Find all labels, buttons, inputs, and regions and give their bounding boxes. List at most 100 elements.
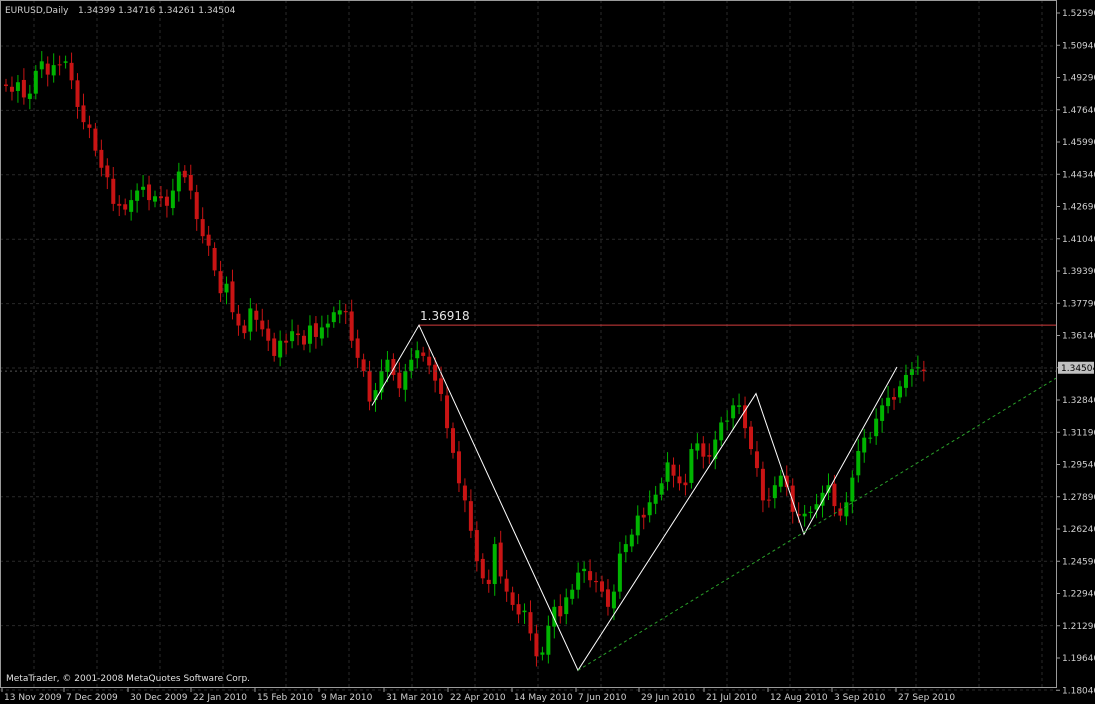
y-tick-label: 1.39390: [1062, 267, 1095, 277]
chart-grid: [0, 0, 1056, 691]
candle-body: [39, 61, 44, 70]
candlesticks: [4, 51, 926, 667]
candle-body: [81, 105, 86, 123]
candle-body: [69, 62, 74, 81]
candle-body: [492, 544, 497, 585]
candle-body: [147, 184, 152, 201]
candle-body: [57, 64, 62, 66]
candle-body: [290, 331, 295, 342]
y-tick-label: 1.37790: [1062, 299, 1095, 309]
y-tick-label: 1.47640: [1062, 106, 1095, 116]
candle-body: [87, 124, 92, 128]
candle-body: [337, 310, 342, 315]
candle-body: [701, 443, 706, 457]
candle-body: [617, 553, 622, 592]
candle-body: [790, 485, 795, 512]
candle-body: [117, 203, 122, 206]
candle-body: [534, 633, 539, 657]
candle-body: [582, 568, 587, 572]
candle-body: [462, 485, 467, 501]
candle-body: [784, 475, 789, 488]
candle-body: [123, 204, 128, 210]
candle-body: [99, 149, 104, 168]
y-tick-label: 1.29540: [1062, 461, 1095, 471]
chart-window[interactable]: 1.36918 1.52590 1.50940 1.49290 1.47640 1.45…: [0, 0, 1095, 704]
x-tick-label: 27 Sep 2010: [898, 693, 955, 703]
candle-body: [230, 281, 235, 313]
candle-body: [313, 323, 318, 337]
y-tick-label: 1.44340: [1062, 170, 1095, 180]
trend-line: [577, 377, 1057, 671]
y-tick-label: 1.21290: [1062, 622, 1095, 632]
candle-body: [504, 578, 509, 592]
y-tick-label: 1.42690: [1062, 203, 1095, 213]
candle-body: [480, 558, 485, 579]
candle-body: [439, 378, 444, 394]
candle-body: [194, 192, 199, 220]
y-tick-label: 1.31190: [1062, 428, 1095, 438]
candle-body: [254, 310, 259, 320]
candle-body: [302, 335, 306, 345]
x-tick-label: 21 Jul 2010: [706, 693, 757, 703]
candle-body: [605, 589, 610, 607]
candle-body: [588, 571, 593, 581]
candle-body: [629, 534, 634, 547]
candle-body: [903, 374, 908, 388]
candle-body: [540, 652, 545, 655]
candle-body: [105, 165, 110, 178]
candle-body: [170, 190, 175, 209]
candle-body: [808, 511, 813, 513]
candle-body: [689, 449, 694, 483]
candle-body: [600, 581, 604, 592]
candle-body: [9, 86, 14, 92]
candle-body: [546, 625, 551, 655]
y-tick-label: 1.36140: [1062, 332, 1095, 342]
candle-body: [754, 451, 759, 469]
candle-body: [594, 580, 599, 583]
x-tick-label: 13 Nov 2009: [4, 693, 62, 703]
y-tick-label: 1.27890: [1062, 493, 1095, 503]
candle-body: [749, 426, 753, 450]
candle-body: [671, 464, 676, 476]
candle-body: [898, 386, 902, 398]
candle-body: [707, 455, 712, 457]
candle-body: [182, 170, 187, 178]
x-tick-label: 31 Mar 2010: [386, 693, 443, 703]
price-chart[interactable]: 1.36918 1.52590 1.50940 1.49290 1.47640 1.45…: [0, 0, 1095, 704]
copyright-watermark: MetaTrader, © 2001-2008 MetaQuotes Softw…: [6, 674, 250, 684]
candle-body: [647, 502, 652, 516]
resistance-label: 1.36918: [420, 309, 470, 323]
candle-body: [522, 610, 527, 613]
candle-body: [665, 462, 670, 482]
symbol-title: EURUSD,Daily: [5, 6, 69, 16]
candle-body: [164, 196, 169, 206]
candle-body: [498, 542, 503, 577]
candle-body: [445, 395, 450, 429]
candle-body: [695, 443, 700, 451]
ohlc-values: 1.34399 1.34716 1.34261 1.34504: [78, 6, 236, 16]
candle-body: [319, 327, 324, 339]
x-tick-label: 22 Apr 2010: [450, 693, 506, 703]
y-tick-label: 1.52590: [1062, 9, 1095, 19]
y-tick-label: 1.18040: [1062, 686, 1095, 696]
candle-body: [284, 340, 289, 343]
candle-body: [15, 82, 20, 91]
x-tick-label: 14 May 2010: [514, 693, 573, 703]
candle-body: [486, 579, 491, 585]
y-tick-label: 1.45990: [1062, 138, 1095, 148]
x-tick-label: 3 Sep 2010: [834, 693, 886, 703]
candle-body: [188, 174, 193, 191]
y-tick-label: 1.24590: [1062, 557, 1095, 567]
x-tick-label: 29 Jun 2010: [641, 693, 695, 703]
candle-body: [21, 79, 26, 98]
candle-body: [248, 308, 253, 332]
x-tick-label: 12 Aug 2010: [770, 693, 828, 703]
candle-body: [564, 597, 569, 615]
x-tick-label: 15 Feb 2010: [257, 693, 313, 703]
candle-body: [385, 359, 390, 372]
candle-body: [218, 271, 223, 294]
candle-body: [355, 338, 360, 358]
candle-body: [456, 451, 461, 484]
candle-body: [427, 356, 432, 366]
y-tick-label: 1.19640: [1062, 654, 1095, 664]
